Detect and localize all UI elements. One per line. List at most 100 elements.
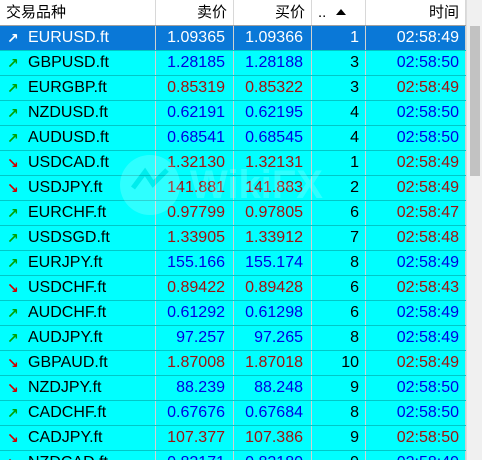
symbol-cell[interactable]: ↗ AUDJPY.ft [0, 326, 156, 350]
ask-cell: 1.33912 [234, 226, 312, 250]
spread-cell: 3 [312, 76, 366, 100]
table-row[interactable]: ↘ NZDCAD.ft 0.821710.82180902:58:49 [0, 451, 466, 460]
spread-cell: 4 [312, 101, 366, 125]
symbol-cell[interactable]: ↗ EURCHF.ft [0, 201, 156, 225]
symbol-cell[interactable]: ↘ NZDCAD.ft [0, 451, 156, 460]
bid-cell: 0.62191 [156, 101, 234, 125]
symbol-label: CADCHF.ft [28, 404, 107, 421]
table-row[interactable]: ↗ NZDUSD.ft 0.62191 0.62195 4 02:58:50 [0, 101, 466, 126]
ask-cell: 1.87018 [234, 351, 312, 375]
symbol-label: EURGBP.ft [28, 79, 107, 96]
symbol-cell[interactable]: ↗ EURGBP.ft [0, 76, 156, 100]
table-row[interactable]: ↘ USDJPY.ft 141.881 141.883 2 02:58:49 [0, 176, 466, 201]
symbol-cell[interactable]: ↘ USDCHF.ft [0, 276, 156, 300]
bid-cell: 88.239 [156, 376, 234, 400]
table-row[interactable]: ↗ EURCHF.ft 0.97799 0.97805 6 02:58:47 [0, 201, 466, 226]
arrow-up-right-icon: ↗ [7, 130, 19, 146]
time-cell: 02:58:49 [366, 151, 466, 175]
arrow-up-right-icon: ↗ [7, 305, 19, 321]
symbol-label: AUDUSD.ft [28, 129, 109, 146]
table-row[interactable]: ↗ USDSGD.ft 1.33905 1.33912 7 02:58:48 [0, 226, 466, 251]
arrow-down-right-icon: ↘ [7, 180, 19, 196]
arrow-down-right-icon: ↘ [7, 355, 19, 371]
time-cell: 02:58:47 [366, 201, 466, 225]
spread-cell: 8 [312, 326, 366, 350]
spread-cell: 9 [312, 376, 366, 400]
table-row[interactable]: ↘ GBPAUD.ft 1.87008 1.87018 10 02:58:49 [0, 351, 466, 376]
table-row[interactable]: ↘ USDCAD.ft 1.32130 1.32131 1 02:58:49 [0, 151, 466, 176]
symbol-label: NZDCAD.ft [28, 454, 108, 460]
time-cell: 02:58:49 [366, 451, 466, 460]
table-row[interactable]: ↗ EURGBP.ft 0.85319 0.85322 3 02:58:49 [0, 76, 466, 101]
symbol-label: AUDJPY.ft [28, 329, 103, 346]
table-row[interactable]: ↗ AUDJPY.ft 97.257 97.265 8 02:58:49 [0, 326, 466, 351]
time-cell: 02:58:50 [366, 426, 466, 450]
table-row[interactable]: ↘ NZDJPY.ft 88.239 88.248 9 02:58:50 [0, 376, 466, 401]
spread-cell: 6 [312, 276, 366, 300]
time-cell: 02:58:50 [366, 126, 466, 150]
symbol-cell[interactable]: ↗ GBPUSD.ft [0, 51, 156, 75]
table-row[interactable]: ↗ GBPUSD.ft 1.28185 1.28188 3 02:58:50 [0, 51, 466, 76]
header-spread[interactable]: .. [312, 0, 366, 25]
table-row[interactable]: ↗ AUDUSD.ft 0.68541 0.68545 4 02:58:50 [0, 126, 466, 151]
ask-cell: 0.82180 [234, 451, 312, 460]
symbol-cell[interactable]: ↗ AUDUSD.ft [0, 126, 156, 150]
time-cell: 02:58:49 [366, 301, 466, 325]
symbol-cell[interactable]: ↗ EURJPY.ft [0, 251, 156, 275]
arrow-up-right-icon: ↗ [7, 405, 19, 421]
ask-cell: 0.89428 [234, 276, 312, 300]
symbol-label: GBPUSD.ft [28, 54, 109, 71]
arrow-up-right-icon: ↗ [7, 80, 19, 96]
table-row[interactable]: ↗ CADCHF.ft 0.67676 0.67684 8 02:58:50 [0, 401, 466, 426]
table-row[interactable]: ↘ CADJPY.ft 107.377 107.386 9 02:58:50 [0, 426, 466, 451]
spread-cell: 2 [312, 176, 366, 200]
spread-cell: 9 [312, 426, 366, 450]
bid-cell: 0.85319 [156, 76, 234, 100]
header-ask[interactable]: 买价 [234, 0, 312, 25]
ask-cell: 0.67684 [234, 401, 312, 425]
arrow-up-right-icon: ↗ [7, 205, 19, 221]
symbol-cell[interactable]: ↘ CADJPY.ft [0, 426, 156, 450]
arrow-down-right-icon: ↘ [7, 380, 19, 396]
symbol-label: USDJPY.ft [28, 179, 103, 196]
symbol-cell[interactable]: ↗ AUDCHF.ft [0, 301, 156, 325]
symbol-cell[interactable]: ↗ USDSGD.ft [0, 226, 156, 250]
symbol-cell[interactable]: ↗ EURUSD.ft [0, 26, 156, 50]
time-cell: 02:58:50 [366, 51, 466, 75]
spread-cell: 4 [312, 126, 366, 150]
arrow-up-right-icon: ↗ [7, 230, 19, 246]
header-bid[interactable]: 卖价 [156, 0, 234, 25]
scrollbar-thumb[interactable] [470, 26, 480, 176]
symbol-cell[interactable]: ↗ CADCHF.ft [0, 401, 156, 425]
bid-cell: 0.67676 [156, 401, 234, 425]
spread-cell: 10 [312, 351, 366, 375]
table-row[interactable]: ↗ EURUSD.ft 1.09365 1.09366 1 02:58:49 [0, 26, 466, 51]
bid-cell: 107.377 [156, 426, 234, 450]
vertical-scrollbar[interactable] [466, 0, 482, 460]
arrow-down-right-icon: ↘ [7, 430, 19, 446]
time-cell: 02:58:49 [366, 351, 466, 375]
symbol-cell[interactable]: ↘ NZDJPY.ft [0, 376, 156, 400]
ask-cell: 0.97805 [234, 201, 312, 225]
header-symbol[interactable]: 交易品种 [0, 0, 156, 25]
spread-cell: 6 [312, 201, 366, 225]
arrow-down-right-icon: ↘ [7, 451, 19, 460]
header-time[interactable]: 时间 [366, 0, 466, 25]
arrow-up-right-icon: ↗ [7, 255, 19, 271]
bid-cell: 0.61292 [156, 301, 234, 325]
symbol-cell[interactable]: ↘ USDCAD.ft [0, 151, 156, 175]
bid-cell: 1.28185 [156, 51, 234, 75]
table-row[interactable]: ↗ AUDCHF.ft 0.61292 0.61298 6 02:58:49 [0, 301, 466, 326]
spread-cell: 9 [312, 451, 366, 460]
bid-cell: 0.68541 [156, 126, 234, 150]
arrow-down-right-icon: ↘ [7, 155, 19, 171]
symbol-label: USDCAD.ft [28, 154, 109, 171]
symbol-cell[interactable]: ↘ GBPAUD.ft [0, 351, 156, 375]
symbol-label: EURJPY.ft [28, 254, 103, 271]
table-row[interactable]: ↘ USDCHF.ft 0.89422 0.89428 6 02:58:43 [0, 276, 466, 301]
table-row[interactable]: ↗ EURJPY.ft 155.166 155.174 8 02:58:49 [0, 251, 466, 276]
symbol-label: USDCHF.ft [28, 279, 107, 296]
symbol-cell[interactable]: ↘ USDJPY.ft [0, 176, 156, 200]
symbol-cell[interactable]: ↗ NZDUSD.ft [0, 101, 156, 125]
spread-cell: 3 [312, 51, 366, 75]
